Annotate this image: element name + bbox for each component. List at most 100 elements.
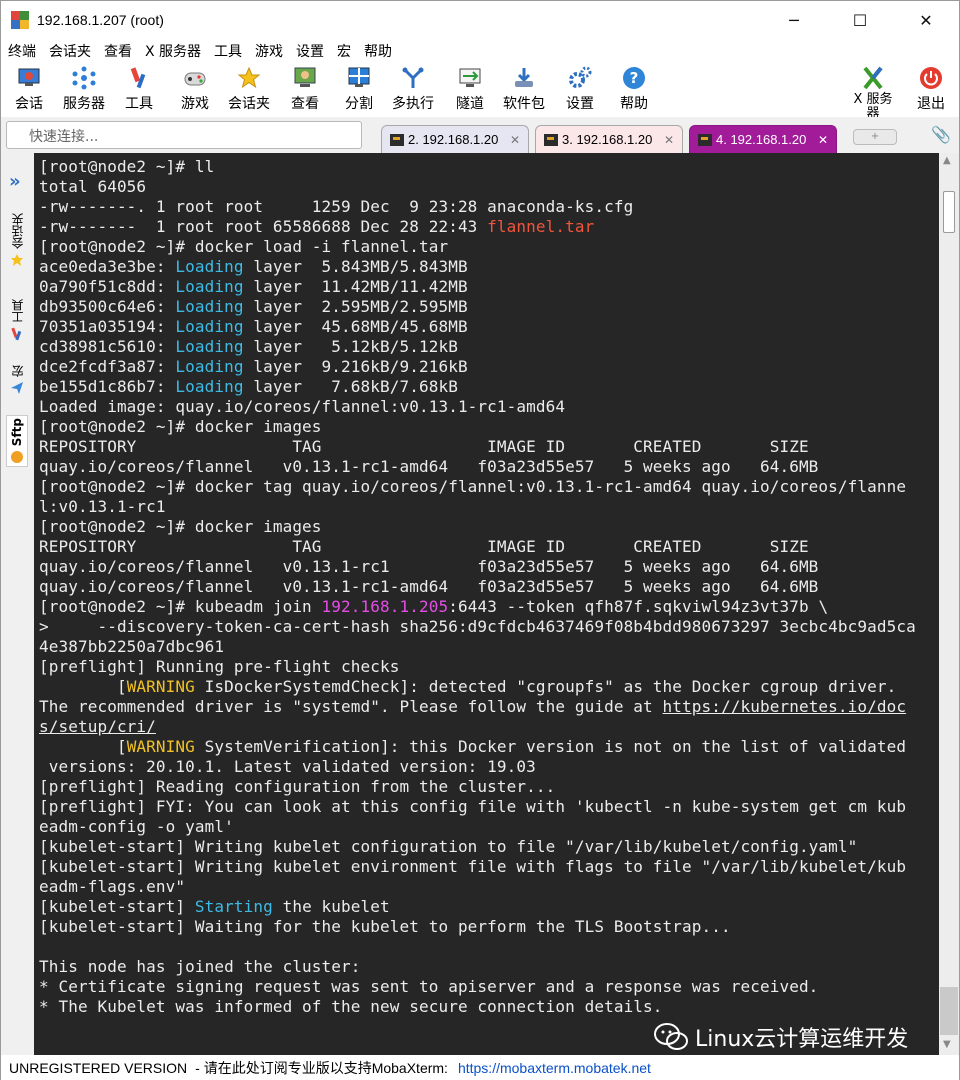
terminal-text-segment: This node has joined the cluster: (39, 957, 361, 976)
menu-terminal[interactable]: 终端 (8, 41, 36, 61)
toolbar-settings-button[interactable]: 设置 (566, 65, 594, 113)
mobaxterm-logo-icon (11, 11, 29, 29)
sidebar-tab-tools[interactable]: 工具 (6, 299, 28, 341)
expand-sidebar-icon[interactable]: » (9, 171, 21, 192)
sidebar-tab-sftp[interactable]: Sftp (6, 415, 28, 468)
terminal-line: -rw------- 1 root root 65586688 Dec 28 2… (39, 217, 939, 237)
toolbar-xserver-button[interactable]: X 服务器 (853, 65, 893, 121)
terminal-line: eadm-config -o yaml' (39, 817, 939, 837)
session-tab-4-active[interactable]: 4. 192.168.1.20 ✕ (689, 125, 837, 153)
terminal-text-segment: WARNING (126, 677, 195, 696)
terminal-line: * The Kubelet was informed of the new se… (39, 997, 939, 1017)
terminal-line: quay.io/coreos/flannel v0.13.1-rc1 f03a2… (39, 557, 939, 577)
terminal-line: quay.io/coreos/flannel v0.13.1-rc1-amd64… (39, 577, 939, 597)
terminal-text-segment: * The Kubelet was informed of the new se… (39, 997, 663, 1016)
terminal-text-segment: The recommended driver is "systemd". Ple… (39, 697, 663, 716)
menu-help[interactable]: 帮助 (364, 41, 392, 61)
menu-macros[interactable]: 宏 (337, 41, 351, 61)
terminal-line: [WARNING SystemVerification]: this Docke… (39, 737, 939, 757)
tab-row: 快速连接... 2. 192.168.1.20 ✕ 3. 192.168.1.2… (1, 117, 959, 153)
terminal-text-segment: [root@node2 ~]# kubeadm join (39, 597, 322, 616)
terminal-text-segment: quay.io/coreos/flannel v0.13.1-rc1-amd64… (39, 457, 819, 476)
status-bar: UNREGISTERED VERSION - 请在此处订阅专业版以支持MobaX… (1, 1055, 959, 1080)
tunnel-icon (457, 65, 483, 91)
sidebar-tab-macros[interactable]: 宏 (6, 365, 28, 395)
menu-settings[interactable]: 设置 (296, 41, 324, 61)
menu-view[interactable]: 查看 (104, 41, 132, 61)
quick-connect-input[interactable]: 快速连接... (6, 121, 362, 149)
terminal-text-segment: SystemVerification]: this Docker version… (194, 737, 907, 756)
terminal-scrollbar[interactable]: ▲ ▼ (939, 153, 959, 1055)
terminal-text-segment: 192.168.1.205 (321, 597, 449, 616)
toolbar-multiexec-button[interactable]: 多执行 (392, 65, 434, 113)
tab-close-icon[interactable]: ✕ (510, 133, 520, 147)
terminal-text-segment: [preflight] FYI: You can look at this co… (39, 797, 907, 816)
terminal-text-segment: layer 11.42MB/11.42MB (243, 277, 468, 296)
session-tab-3[interactable]: 3. 192.168.1.20 ✕ (535, 125, 683, 153)
toolbar-sessions-button[interactable]: 会话夹 (228, 65, 270, 113)
terminal-text-segment: layer 45.68MB/45.68MB (243, 317, 468, 336)
menu-sessions[interactable]: 会话夹 (49, 41, 91, 61)
terminal-text-segment: versions: 20.10.1. Latest validated vers… (39, 757, 536, 776)
close-button[interactable]: ✕ (893, 1, 959, 39)
terminal-line: s/setup/cri/ (39, 717, 939, 737)
toolbar-help-button[interactable]: ? 帮助 (620, 65, 648, 113)
menu-xserver[interactable]: X 服务器 (145, 41, 201, 61)
terminal-text-segment: [root@node2 ~]# docker images (39, 517, 322, 536)
terminal-line: [kubelet-start] Writing kubelet configur… (39, 837, 939, 857)
terminal-text-segment: Loading (175, 337, 244, 356)
toolbar-games-button[interactable]: 游戏 (181, 65, 209, 113)
multiexec-icon (400, 65, 426, 91)
scroll-down-icon[interactable]: ▼ (943, 1039, 951, 1050)
title-bar: 192.168.1.207 (root) ─ ☐ ✕ (1, 1, 959, 39)
terminal-text-segment: [preflight] Reading configuration from t… (39, 777, 556, 796)
tab-close-icon[interactable]: ✕ (664, 133, 674, 147)
help-icon: ? (621, 65, 647, 91)
new-tab-button[interactable]: + (853, 129, 897, 145)
maximize-button[interactable]: ☐ (827, 1, 893, 39)
toolbar-session-button[interactable]: 会话 (15, 65, 43, 113)
terminal-line: ace0eda3e3be: Loading layer 5.843MB/5.84… (39, 257, 939, 277)
scroll-up-icon[interactable]: ▲ (943, 155, 951, 166)
terminal-text-segment: flannel.tar (487, 217, 595, 236)
terminal-text-segment: 70351a035194: (39, 317, 176, 336)
toolbar-split-button[interactable]: 分割 (345, 65, 373, 113)
tab-close-icon[interactable]: ✕ (818, 133, 828, 147)
sidebar-tab-sessions[interactable]: 会话夹 (6, 213, 28, 267)
terminal-line: 70351a035194: Loading layer 45.68MB/45.6… (39, 317, 939, 337)
terminal-text-segment: 0a790f51c8dd: (39, 277, 176, 296)
terminal-line: REPOSITORY TAG IMAGE ID CREATED SIZE (39, 437, 939, 457)
toolbar-view-button[interactable]: 查看 (291, 65, 319, 113)
paperclip-icon[interactable]: 📎 (931, 125, 951, 144)
terminal-line: l:v0.13.1-rc1 (39, 497, 939, 517)
terminal-line: [root@node2 ~]# docker load -i flannel.t… (39, 237, 939, 257)
terminal-text-segment: [kubelet-start] (39, 897, 195, 916)
menu-tools[interactable]: 工具 (214, 41, 242, 61)
mobaxterm-link[interactable]: https://mobaxterm.mobatek.net (458, 1060, 651, 1076)
unregistered-label: UNREGISTERED VERSION (9, 1059, 188, 1076)
terminal-line: -rw-------. 1 root root 1259 Dec 9 23:28… (39, 197, 939, 217)
xserver-icon (860, 65, 886, 91)
toolbar: 会话 服务器 工具 游戏 会话夹 查看 分割 多执行 隧道 软件包 设置 ? 帮… (1, 63, 959, 121)
session-tab-2[interactable]: 2. 192.168.1.20 ✕ (381, 125, 529, 153)
minimize-button[interactable]: ─ (761, 1, 827, 39)
toolbar-tools-button[interactable]: 工具 (125, 65, 153, 113)
menu-bar: 终端 会话夹 查看 X 服务器 工具 游戏 设置 宏 帮助 (1, 39, 959, 63)
terminal-line: [preflight] FYI: You can look at this co… (39, 797, 939, 817)
toolbar-exit-button[interactable]: 退出 (917, 65, 945, 113)
terminal-line: eadm-flags.env" (39, 877, 939, 897)
terminal-text-segment: layer 5.12kB/5.12kB (243, 337, 458, 356)
scroll-thumb[interactable] (943, 191, 955, 233)
terminal-line: versions: 20.10.1. Latest validated vers… (39, 757, 939, 777)
toolbar-packages-button[interactable]: 软件包 (503, 65, 545, 113)
menu-games[interactable]: 游戏 (255, 41, 283, 61)
star-icon (11, 254, 23, 266)
terminal-text-segment: [kubelet-start] Writing kubelet environm… (39, 857, 907, 876)
svg-text:?: ? (630, 69, 639, 87)
toolbar-servers-button[interactable]: 服务器 (63, 65, 105, 113)
power-icon (918, 65, 944, 91)
toolbar-tunnel-button[interactable]: 隧道 (456, 65, 484, 113)
terminal-output[interactable]: [root@node2 ~]# ll total 64056 -rw-------.… (34, 153, 939, 1055)
terminal-text-segment: cd38981c5610: (39, 337, 176, 356)
terminal-text-segment: IsDockerSystemdCheck]: detected "cgroupf… (194, 677, 897, 696)
